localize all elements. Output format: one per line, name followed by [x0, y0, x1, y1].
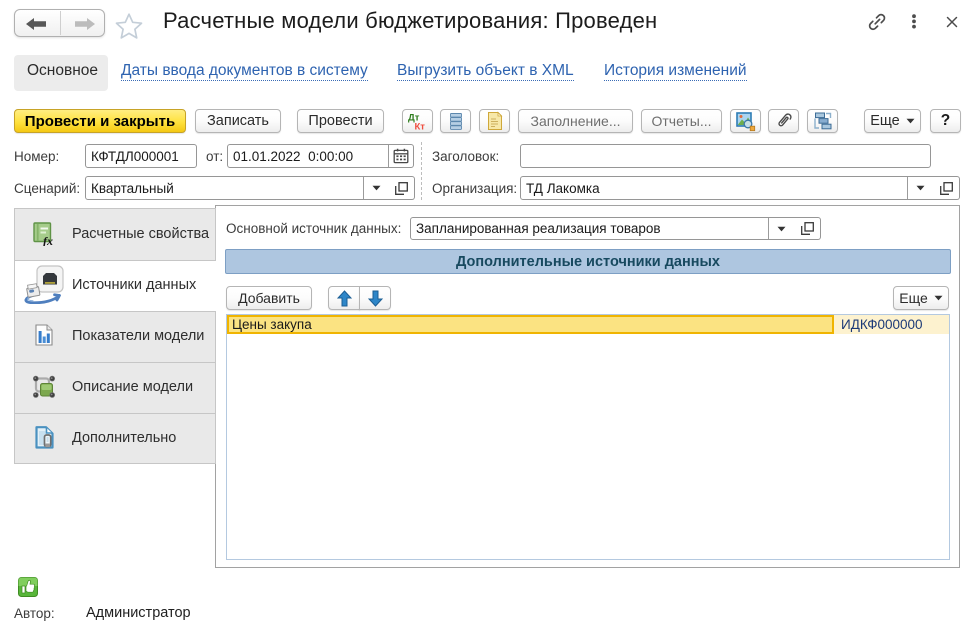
svg-text:Кт: Кт: [415, 122, 426, 132]
svg-text:fx: fx: [43, 234, 53, 246]
